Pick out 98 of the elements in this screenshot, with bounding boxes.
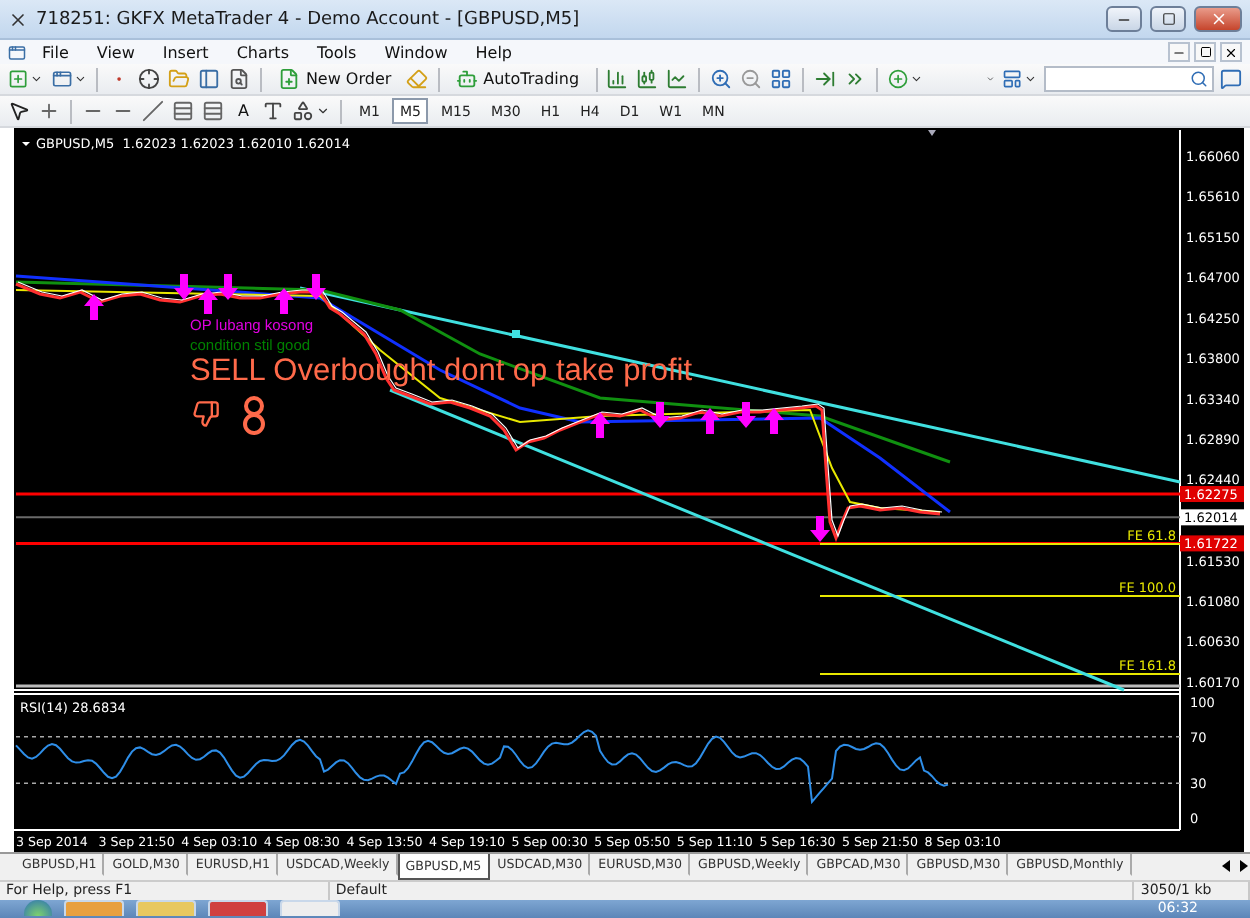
maximize-icon xyxy=(1161,12,1175,26)
text-tool-button[interactable]: A xyxy=(230,97,257,125)
document-plus-icon xyxy=(277,68,300,90)
chat-icon xyxy=(1220,68,1242,90)
up-arrow-icon xyxy=(590,412,610,438)
line-chart-button[interactable] xyxy=(664,66,691,92)
left-triangle-icon xyxy=(1221,859,1231,871)
down-arrow-icon xyxy=(218,274,238,300)
minimize-button[interactable] xyxy=(1168,42,1190,62)
eraser-icon xyxy=(405,68,428,90)
down-arrow-icon xyxy=(174,274,194,300)
line-chart-icon xyxy=(666,68,689,90)
new-chart-icon xyxy=(8,68,29,90)
caret-icon xyxy=(316,104,331,118)
autotrading-button[interactable]: AutoTrading xyxy=(447,65,588,93)
caret-icon xyxy=(1024,72,1038,86)
new-order-button[interactable]: New Order xyxy=(269,65,400,93)
thumbs-down-icon xyxy=(194,402,218,426)
maximize-button[interactable] xyxy=(1150,6,1186,32)
down-arrow-icon xyxy=(736,402,756,428)
caret-icon xyxy=(73,72,87,86)
caret-icon xyxy=(30,72,44,86)
bar-chart-button[interactable] xyxy=(604,66,631,92)
panel-button[interactable] xyxy=(196,66,223,92)
crosshair-button[interactable] xyxy=(136,66,163,92)
zoom-in-button[interactable] xyxy=(708,66,735,92)
anchor-point xyxy=(512,330,520,338)
zoom-out-icon xyxy=(740,68,763,90)
tile-windows-button[interactable] xyxy=(768,66,795,92)
down-arrow-icon xyxy=(810,516,830,542)
menu-item[interactable]: Charts xyxy=(224,43,301,61)
right-triangle-icon xyxy=(1237,859,1247,871)
trend-line-icon xyxy=(142,100,164,122)
file-search-icon xyxy=(228,68,251,90)
indicators-icon xyxy=(888,68,909,90)
profiles-icon xyxy=(51,68,72,90)
shapes-icon xyxy=(292,100,315,122)
scroll-left-button[interactable] xyxy=(1218,854,1234,876)
shapes-button[interactable] xyxy=(290,98,333,124)
start-button[interactable] xyxy=(24,900,52,916)
cursor-button[interactable] xyxy=(6,98,32,124)
file-search-button[interactable] xyxy=(226,66,253,92)
text-label-button[interactable] xyxy=(260,98,287,124)
crosshair-icon xyxy=(138,68,161,90)
menu-item[interactable]: Window xyxy=(372,43,460,61)
bar-chart-icon xyxy=(606,68,629,90)
ornament-icon xyxy=(243,396,265,435)
crosshair-icon xyxy=(38,100,60,122)
chart-shift-button[interactable] xyxy=(812,66,839,92)
candlestick-icon xyxy=(636,68,659,90)
minimize-button[interactable] xyxy=(1106,6,1142,32)
panel-icon xyxy=(198,68,221,90)
zoom-out-button[interactable] xyxy=(738,66,765,92)
indicators-button[interactable] xyxy=(886,66,926,92)
down-arrow-icon xyxy=(306,274,326,300)
fibonacci-button[interactable] xyxy=(200,98,226,124)
search-field[interactable] xyxy=(1043,66,1214,92)
app-icon xyxy=(8,9,28,29)
menu-item[interactable]: Help xyxy=(463,43,524,61)
templates-button[interactable] xyxy=(1000,66,1040,92)
fibonacci-icon xyxy=(202,100,224,122)
taskbar-app[interactable] xyxy=(208,900,268,916)
folder-icon xyxy=(168,68,191,90)
up-arrow-icon xyxy=(764,408,784,434)
down-arrow-icon xyxy=(650,402,670,428)
cursor-icon xyxy=(8,100,30,122)
candlestick-button[interactable] xyxy=(634,66,661,92)
robot-icon xyxy=(455,68,478,90)
channel-icon xyxy=(172,100,194,122)
restore-icon xyxy=(1199,46,1211,58)
caret-icon xyxy=(985,72,995,86)
restore-button[interactable] xyxy=(1194,42,1216,62)
menu-item[interactable]: Tools xyxy=(304,43,369,61)
auto-scroll-icon xyxy=(844,68,867,90)
up-arrow-icon xyxy=(84,294,104,320)
search-icon xyxy=(1190,70,1208,88)
chart-shift-icon xyxy=(814,68,837,90)
close-icon xyxy=(1224,45,1238,59)
text-label-icon xyxy=(262,100,285,122)
caret-icon xyxy=(910,72,924,86)
templates-icon xyxy=(1002,68,1023,90)
trend-line-button[interactable] xyxy=(140,98,166,124)
chat-button[interactable] xyxy=(1218,66,1244,92)
up-arrow-icon xyxy=(274,288,294,314)
up-arrow-icon xyxy=(198,288,218,314)
close-button[interactable] xyxy=(1220,42,1242,62)
menu-item[interactable]: File xyxy=(30,43,81,61)
tile-windows-icon xyxy=(770,68,793,90)
scroll-right-button[interactable] xyxy=(1234,854,1250,876)
up-arrow-icon xyxy=(700,408,720,434)
zoom-in-icon xyxy=(710,68,733,90)
window-title: 718251: GKFX MetaTrader 4 - Demo Account - [GBPUSD,M5] xyxy=(36,9,582,29)
menu-item[interactable]: View xyxy=(84,43,147,61)
crosshair-button[interactable] xyxy=(36,98,62,124)
menu-item[interactable]: Insert xyxy=(150,43,221,61)
document-icon xyxy=(8,43,26,61)
close-icon xyxy=(1209,10,1227,28)
profiles-button[interactable] xyxy=(49,66,89,92)
